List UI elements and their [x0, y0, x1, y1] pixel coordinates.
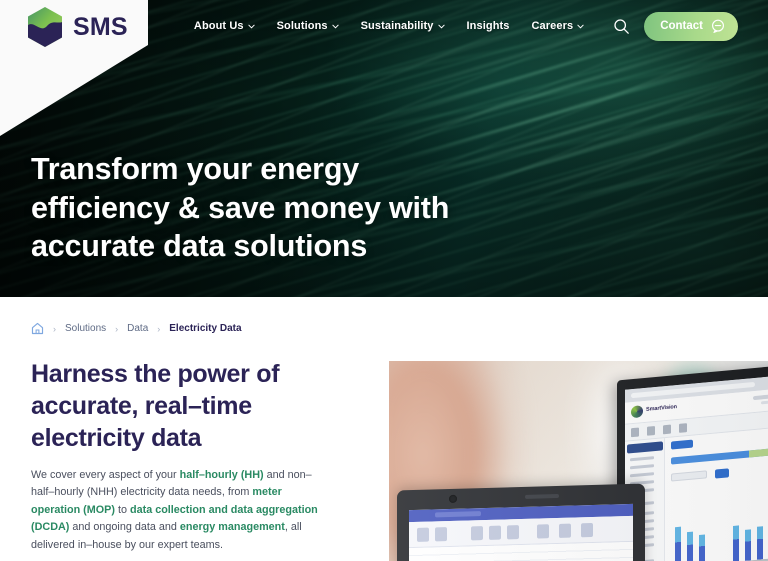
dashboard-action-button [715, 468, 729, 479]
sidebar-row [630, 472, 654, 477]
hero-title-line-1: Transform your energy [31, 152, 360, 186]
search-button[interactable] [608, 13, 634, 39]
breadcrumb-item-data[interactable]: Data [127, 323, 148, 334]
toolbar-icon [647, 426, 655, 436]
home-icon[interactable] [31, 322, 44, 335]
ribbon-icon [417, 527, 429, 542]
dashboard-user-line [761, 399, 768, 405]
ribbon-icon [559, 523, 571, 538]
ribbon-icon [435, 527, 447, 542]
dashboard-main-panel [665, 427, 768, 561]
ribbon-icon [489, 525, 501, 540]
toolbar-icon [679, 423, 687, 433]
dashboard-progress-bar [671, 447, 768, 465]
page-root: SMS About Us Solutions Sustainability In… [0, 0, 768, 561]
ribbon-icon [471, 526, 483, 541]
contact-label: Contact [660, 20, 703, 32]
laptop-camera [449, 494, 457, 504]
laptop-device [397, 483, 645, 561]
chat-bubble-icon [712, 19, 724, 33]
chart-bar [687, 531, 693, 561]
ribbon-icon [507, 525, 519, 540]
ribbon-icon [581, 522, 593, 538]
nav-item-sustainability[interactable]: Sustainability [361, 20, 445, 32]
dashboard-input [671, 470, 707, 482]
sidebar-row [630, 456, 654, 461]
nav-item-insights[interactable]: Insights [467, 20, 510, 32]
content-section: › Solutions › Data › Electricity Data Ha… [0, 297, 768, 561]
brand-logo[interactable]: SMS [26, 6, 128, 48]
breadcrumb-separator: › [157, 323, 161, 334]
hero-title-line-3: accurate data solutions [31, 229, 368, 264]
hero-section: SMS About Us Solutions Sustainability In… [0, 0, 768, 297]
toolbar-icon [663, 424, 671, 435]
smartvision-logo-icon [631, 405, 643, 419]
chart-bar [733, 525, 739, 561]
nav-items: About Us Solutions Sustainability Insigh… [194, 20, 584, 32]
brand-name: SMS [73, 12, 128, 41]
page-title-line-2: accurate, real–time [31, 391, 252, 420]
nav-item-solutions[interactable]: Solutions [277, 20, 339, 32]
nav-label: Careers [531, 20, 574, 32]
dashboard-user-line [753, 393, 768, 401]
feature-image: SmartVision [389, 361, 768, 561]
link-half-hourly[interactable]: half–hourly (HH) [180, 469, 264, 481]
dashboard-tab-pill [671, 439, 693, 450]
hero-title-line-2: efficiency & save money with [31, 190, 450, 225]
page-title: Harness the power of accurate, real–time… [31, 359, 361, 454]
breadcrumb-item-solutions[interactable]: Solutions [65, 323, 106, 334]
monitor-screen: SmartVision [625, 375, 768, 561]
laptop-screen [409, 503, 633, 561]
nav-label: Solutions [276, 20, 328, 32]
hero-title: Transform your energy efficiency & save … [31, 150, 551, 266]
nav-label: About Us [193, 20, 244, 32]
chart-bar [675, 526, 681, 561]
nav-item-careers[interactable]: Careers [532, 20, 585, 32]
dashboard-sidebar-selected [627, 441, 663, 454]
chart-bar [757, 526, 763, 560]
toolbar-icon [631, 427, 639, 438]
breadcrumb-separator: › [53, 323, 56, 334]
smartvision-brand: SmartVision [646, 404, 677, 413]
dashboard-bar-chart [671, 496, 768, 561]
breadcrumb: › Solutions › Data › Electricity Data [31, 322, 242, 335]
paragraph-segment: We cover every aspect of your [31, 469, 180, 481]
chevron-down-icon [331, 24, 339, 29]
page-title-line-1: Harness the power of [31, 360, 280, 388]
chevron-down-icon [437, 24, 445, 29]
breadcrumb-separator: › [115, 323, 119, 334]
ribbon-icon [537, 524, 549, 539]
sms-hexagon-logo-icon [28, 7, 62, 47]
link-energy-management[interactable]: energy management [180, 521, 285, 533]
chevron-down-icon [247, 24, 255, 29]
search-icon [614, 18, 629, 34]
nav-item-about-us[interactable]: About Us [194, 20, 255, 32]
chart-bar [745, 529, 751, 561]
page-title-line-3: electricity data [31, 423, 202, 452]
chart-bar [699, 534, 705, 561]
paragraph-segment: and ongoing data and [69, 521, 180, 534]
intro-paragraph: We cover every aspect of your half–hourl… [31, 467, 319, 554]
breadcrumb-item-current: Electricity Data [169, 323, 242, 334]
nav-label: Sustainability [360, 20, 434, 32]
paragraph-segment: to [114, 503, 130, 516]
laptop-speaker-grill [525, 493, 559, 499]
nav-label: Insights [466, 20, 510, 32]
contact-button[interactable]: Contact [644, 11, 738, 41]
chevron-down-icon [577, 24, 584, 29]
sidebar-row [630, 464, 654, 469]
